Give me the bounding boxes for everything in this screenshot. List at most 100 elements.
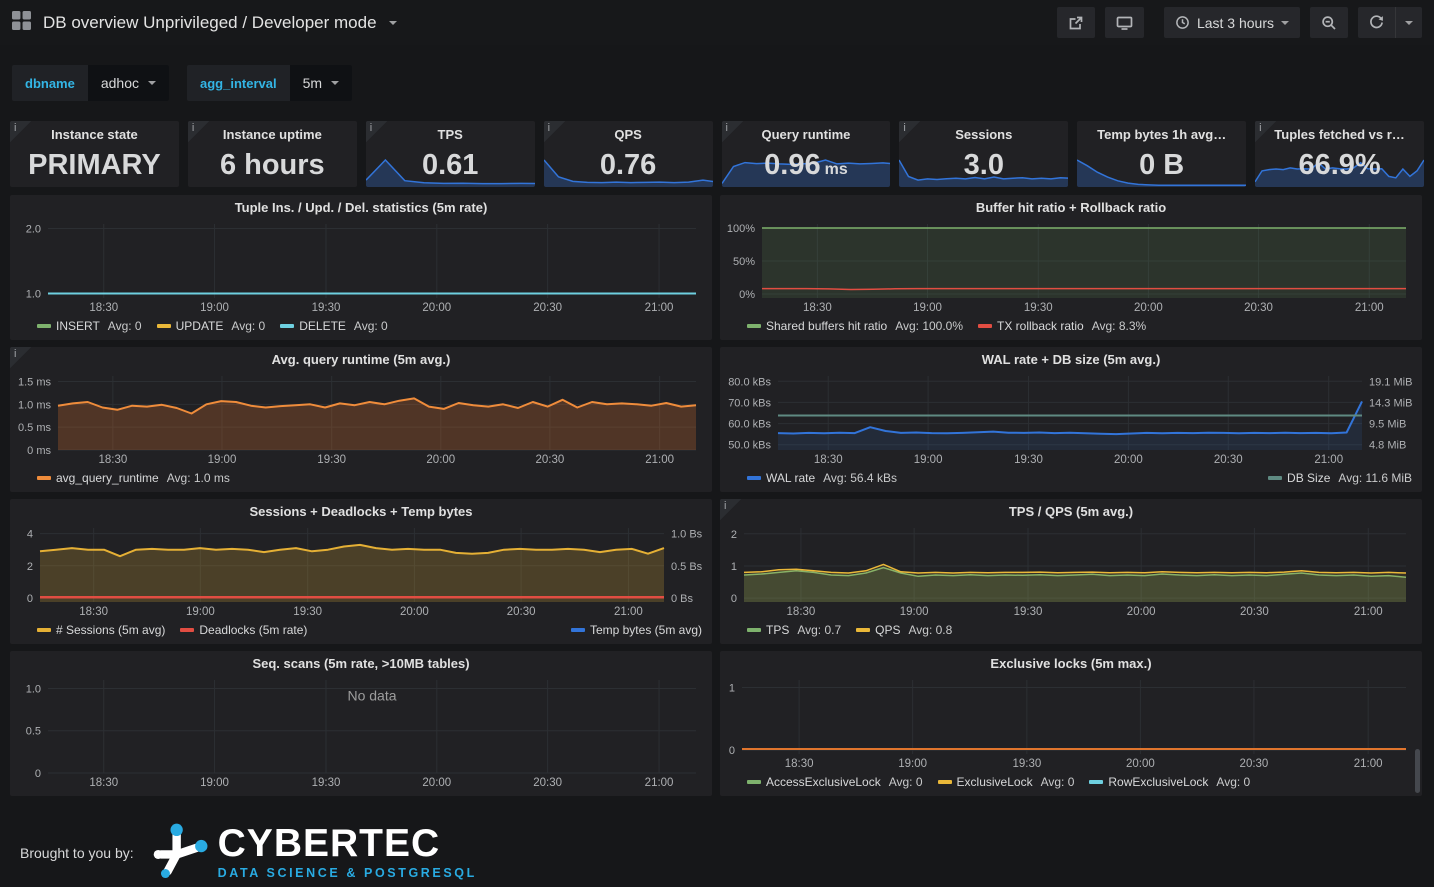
chart-panel: Buffer hit ratio + Rollback ratio 18:301…	[720, 195, 1422, 340]
info-icon[interactable]: i	[366, 121, 387, 142]
svg-text:19:30: 19:30	[312, 302, 341, 314]
stat-panel: i TPS 0.61	[366, 121, 535, 187]
share-button[interactable]	[1057, 7, 1095, 38]
chart-panel-title[interactable]: Tuple Ins. / Upd. / Del. statistics (5m …	[10, 195, 712, 219]
stat-panel-title[interactable]: Temp bytes 1h avg…	[1077, 127, 1246, 142]
legend-item[interactable]: RowExclusiveLockAvg: 0	[1089, 772, 1250, 791]
svg-text:20:00: 20:00	[400, 606, 429, 618]
svg-text:0 ms: 0 ms	[27, 445, 51, 457]
svg-text:19:30: 19:30	[317, 454, 346, 466]
legend-avg-value: Avg: 0	[108, 319, 142, 333]
info-icon[interactable]: i	[1255, 121, 1276, 142]
info-icon[interactable]: i	[720, 499, 741, 520]
legend-swatch-icon	[938, 780, 952, 784]
svg-text:4: 4	[27, 529, 33, 541]
stat-value: 0.61	[366, 143, 535, 187]
legend-item[interactable]: TX rollback ratioAvg: 8.3%	[978, 316, 1146, 335]
time-range-caret-icon	[1281, 21, 1289, 25]
variable-value[interactable]: adhoc	[88, 65, 169, 101]
legend-item[interactable]: Temp bytes (5m avg)	[571, 620, 702, 639]
legend-item[interactable]: QPSAvg: 0.8	[856, 620, 952, 639]
legend-avg-value: Avg: 0	[906, 794, 940, 797]
chart-panel: i TPS / QPS (5m avg.) 18:3019:0019:3020:…	[720, 499, 1422, 644]
legend-label: ShareUpdateExclusiveLock	[974, 794, 1121, 797]
variable-value[interactable]: 5m	[290, 65, 352, 101]
legend-avg-value: Avg: 8.3%	[1092, 319, 1146, 333]
info-icon[interactable]: i	[544, 121, 565, 142]
legend-item[interactable]: ExclusiveLockAvg: 0	[938, 772, 1075, 791]
stat-panel-title[interactable]: Instance uptime	[188, 127, 357, 142]
variable-dropdown[interactable]: dbname adhoc	[12, 65, 169, 101]
legend-item[interactable]: WAL rateAvg: 56.4 kBs	[747, 468, 897, 487]
legend-item[interactable]: avg_query_runtimeAvg: 1.0 ms	[37, 468, 230, 487]
stat-panel-title[interactable]: Sessions	[899, 127, 1068, 142]
svg-text:18:30: 18:30	[787, 606, 816, 618]
svg-text:No data: No data	[347, 687, 396, 703]
svg-text:100%: 100%	[727, 223, 755, 235]
time-range-picker[interactable]: Last 3 hours	[1164, 7, 1300, 38]
info-icon[interactable]: i	[10, 121, 31, 142]
svg-text:21:00: 21:00	[1314, 454, 1343, 466]
stat-panel: i Instance uptime 6 hours	[188, 121, 357, 187]
panel-scrollbar[interactable]	[1415, 749, 1420, 793]
info-icon[interactable]: i	[722, 121, 743, 142]
chart-panel-title[interactable]: Avg. query runtime (5m avg.)	[10, 347, 712, 371]
svg-text:20:00: 20:00	[422, 777, 451, 789]
refresh-icon	[1369, 15, 1384, 30]
svg-text:19:30: 19:30	[1012, 758, 1041, 770]
chart-panel-title[interactable]: WAL rate + DB size (5m avg.)	[720, 347, 1422, 371]
svg-text:0 Bs: 0 Bs	[671, 593, 694, 605]
legend-item[interactable]: Shared buffers hit ratioAvg: 100.0%	[747, 316, 963, 335]
legend-swatch-icon	[747, 476, 761, 480]
svg-text:0%: 0%	[739, 289, 755, 301]
chart-panel-title[interactable]: Buffer hit ratio + Rollback ratio	[720, 195, 1422, 219]
chart-canvas: 18:3019:0019:3020:0020:3021:001.02.0	[10, 219, 712, 315]
cybertec-logo-subtitle: DATA SCIENCE & POSTGRESQL	[218, 866, 477, 880]
variable-dropdown[interactable]: agg_interval 5m	[187, 65, 352, 101]
info-icon[interactable]: i	[10, 347, 31, 368]
variable-caret-icon	[148, 81, 156, 85]
legend-item[interactable]: TPSAvg: 0.7	[747, 620, 841, 639]
legend-avg-value: Avg: 0.7	[797, 623, 841, 637]
legend-item[interactable]: ShareRowExclusiveLockAvg: 0	[747, 791, 940, 796]
legend-item[interactable]: DELETEAvg: 0	[280, 316, 388, 335]
refresh-button[interactable]	[1358, 7, 1395, 38]
svg-text:19:30: 19:30	[1024, 302, 1053, 314]
legend-item[interactable]: ShareUpdateExclusiveLockAvg: 0	[955, 791, 1163, 796]
svg-text:19:30: 19:30	[293, 606, 322, 618]
cybertec-logo-text: CYBERTEC DATA SCIENCE & POSTGRESQL	[218, 825, 477, 879]
chart-panel-title[interactable]: TPS / QPS (5m avg.)	[720, 499, 1422, 523]
legend-item[interactable]: UPDATEAvg: 0	[157, 316, 266, 335]
svg-text:19:00: 19:00	[914, 454, 943, 466]
svg-text:1: 1	[731, 561, 737, 573]
refresh-caret-icon	[1405, 21, 1413, 25]
legend-item[interactable]: # Sessions (5m avg)	[37, 620, 165, 639]
chart-panel-title[interactable]: Sessions + Deadlocks + Temp bytes	[10, 499, 712, 523]
legend-avg-value: Avg: 11.6 MiB	[1338, 471, 1412, 485]
legend-item[interactable]: INSERTAvg: 0	[37, 316, 142, 335]
stat-panel-title[interactable]: QPS	[544, 127, 713, 142]
stat-panel-title[interactable]: Instance state	[10, 127, 179, 142]
stat-value: PRIMARY	[10, 143, 179, 187]
dashboard-title-button[interactable]: DB overview Unprivileged / Developer mod…	[12, 11, 397, 35]
legend-swatch-icon	[280, 324, 294, 328]
tv-kiosk-button[interactable]	[1105, 7, 1144, 38]
zoom-out-button[interactable]	[1310, 7, 1348, 38]
stat-panel-title[interactable]: TPS	[366, 127, 535, 142]
cybertec-logo-icon	[152, 822, 208, 883]
legend-swatch-icon	[747, 324, 761, 328]
legend-item[interactable]: DB SizeAvg: 11.6 MiB	[1268, 468, 1412, 487]
svg-text:60.0 kBs: 60.0 kBs	[728, 419, 771, 431]
legend-label: Deadlocks (5m rate)	[199, 623, 307, 637]
svg-text:21:00: 21:00	[645, 454, 674, 466]
chart-panel-title[interactable]: Exclusive locks (5m max.)	[720, 651, 1422, 675]
info-icon[interactable]: i	[188, 121, 209, 142]
stat-panel-title[interactable]: Query runtime	[722, 127, 891, 142]
legend-item[interactable]: AccessExclusiveLockAvg: 0	[747, 772, 923, 791]
svg-text:80.0 kBs: 80.0 kBs	[728, 376, 771, 388]
legend-item[interactable]: Deadlocks (5m rate)	[180, 620, 307, 639]
info-icon[interactable]: i	[899, 121, 920, 142]
stat-panel-title[interactable]: Tuples fetched vs r…	[1255, 127, 1424, 142]
chart-panel-title[interactable]: Seq. scans (5m rate, >10MB tables)	[10, 651, 712, 675]
refresh-interval-button[interactable]	[1395, 7, 1422, 38]
